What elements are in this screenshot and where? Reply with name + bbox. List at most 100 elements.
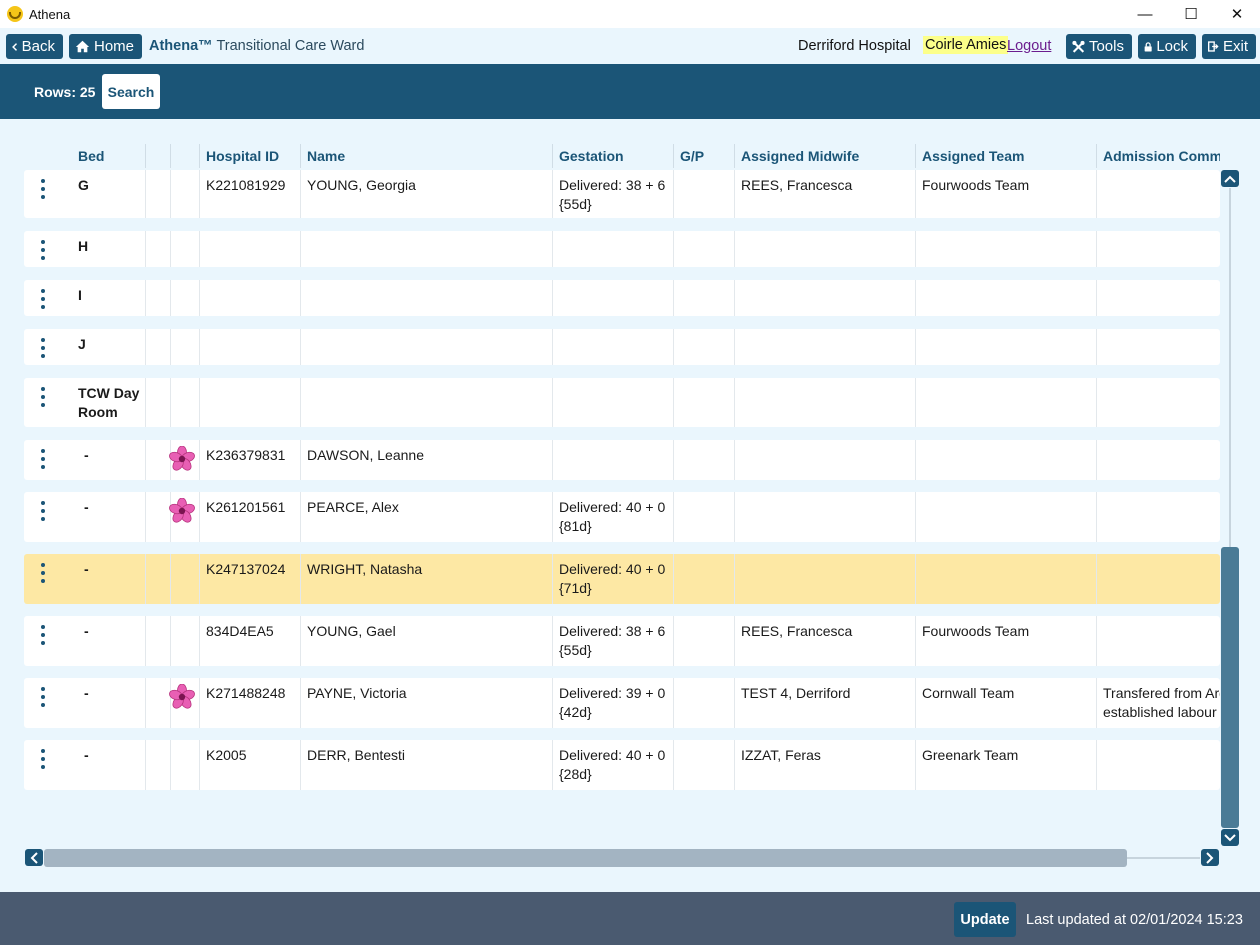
column-header-8[interactable]: Assigned Team (915, 144, 1096, 168)
table-row[interactable]: J (24, 329, 1220, 365)
gp-cell (673, 329, 734, 365)
gestation-cell: Delivered: 39 + 0 {42d} (552, 678, 673, 728)
exit-button[interactable]: Exit (1202, 34, 1256, 59)
row-menu-icon[interactable] (38, 501, 48, 525)
exit-icon (1208, 41, 1219, 52)
table-row[interactable]: - K247137024 WRIGHT, Natasha Delivered: 40 … (24, 554, 1220, 604)
row-menu-icon[interactable] (38, 289, 48, 313)
bed-cell: I (72, 280, 145, 316)
table-row[interactable]: I (24, 280, 1220, 316)
icon-cell (170, 231, 199, 267)
column-header-3[interactable]: Hospital ID (199, 144, 300, 168)
admission-comment-cell (1096, 492, 1220, 542)
patient-name-cell: WRIGHT, Natasha (300, 554, 552, 604)
admission-comment-cell (1096, 329, 1220, 365)
table-row[interactable]: - K261201561 PEARCE, Alex Delivered: 40 + 0… (24, 492, 1220, 542)
icon-cell (170, 378, 199, 427)
lock-icon (1144, 41, 1152, 51)
bed-label: TCW Day (78, 385, 140, 401)
column-header-1[interactable] (145, 144, 170, 168)
team-cell (915, 554, 1096, 604)
midwife-cell (734, 280, 915, 316)
vertical-scroll-thumb[interactable] (1221, 547, 1239, 828)
midwife-cell (734, 378, 915, 427)
row-menu-icon[interactable] (38, 563, 48, 587)
horizontal-scroll-thumb[interactable] (44, 849, 1127, 867)
row-menu-icon[interactable] (38, 387, 48, 411)
home-icon (75, 40, 90, 53)
patient-name-cell: DERR, Bentesti (300, 740, 552, 790)
scroll-left-button[interactable] (25, 849, 43, 866)
table-row[interactable]: TCW Day Room (24, 378, 1220, 427)
patient-name-cell: PEARCE, Alex (300, 492, 552, 542)
tools-icon (1072, 40, 1085, 53)
patient-name-cell (300, 329, 552, 365)
scroll-up-button[interactable] (1221, 170, 1239, 187)
team-cell: Greenark Team (915, 740, 1096, 790)
maximize-button[interactable]: ☐ (1168, 0, 1214, 28)
update-button[interactable]: Update (954, 902, 1016, 937)
patient-name-cell (300, 231, 552, 267)
search-bar: Rows: 25 Search (0, 64, 1260, 119)
search-button[interactable]: Search (102, 74, 160, 109)
last-updated-text: Last updated at 02/01/2024 15:23 (1026, 912, 1243, 928)
patient-name-cell: PAYNE, Victoria (300, 678, 552, 728)
column-header-7[interactable]: Assigned Midwife (734, 144, 915, 168)
gp-cell (673, 378, 734, 427)
column-header-2[interactable] (170, 144, 199, 168)
midwife-cell: REES, Francesca (734, 616, 915, 666)
column-header-4[interactable]: Name (300, 144, 552, 168)
icon-cell (170, 329, 199, 365)
gestation-days: {55d} (559, 196, 592, 212)
column-header-0[interactable]: Bed (72, 144, 145, 168)
tools-button[interactable]: Tools (1066, 34, 1132, 59)
window-titlebar: Athena — ☐ ✕ (0, 0, 1260, 28)
table-row[interactable]: G K221081929 YOUNG, Georgia Delivered: 38 +… (24, 170, 1220, 218)
row-menu-icon[interactable] (38, 687, 48, 711)
row-menu-icon[interactable] (38, 449, 48, 473)
home-button[interactable]: Home (69, 34, 142, 59)
gp-cell (673, 554, 734, 604)
back-button[interactable]: Back (6, 34, 63, 59)
row-menu-icon[interactable] (38, 625, 48, 649)
scroll-right-button[interactable] (1201, 849, 1219, 866)
table-row[interactable]: - K271488248 PAYNE, Victoria Delivered: 39 … (24, 678, 1220, 728)
table-row[interactable]: - K2005 DERR, Bentesti Delivered: 40 + 0 {28… (24, 740, 1220, 790)
team-cell (915, 492, 1096, 542)
bed-label: - (84, 561, 89, 577)
logout-link[interactable]: Logout (1007, 38, 1051, 54)
patient-name-cell (300, 378, 552, 427)
hospital-id-cell: K261201561 (199, 492, 300, 542)
minimize-button[interactable]: — (1122, 0, 1168, 28)
column-header-9[interactable]: Admission Comm (1096, 144, 1220, 168)
scroll-down-button[interactable] (1221, 829, 1239, 846)
hospital-id-cell: K271488248 (199, 678, 300, 728)
column-header-5[interactable]: Gestation (552, 144, 673, 168)
table-row[interactable]: - 834D4EA5 YOUNG, Gael Delivered: 38 + 6 {55… (24, 616, 1220, 666)
bed-label: - (84, 747, 89, 763)
ward-name: Transitional Care Ward (216, 38, 365, 54)
lock-button[interactable]: Lock (1138, 34, 1196, 59)
bed-cell: J (72, 329, 145, 365)
flower-icon (169, 445, 195, 475)
gp-cell (673, 170, 734, 218)
bed-cell: - (72, 554, 145, 604)
row-menu-icon[interactable] (38, 179, 48, 203)
row-menu-icon[interactable] (38, 338, 48, 362)
bed-label: - (84, 447, 89, 463)
hospital-id-cell (199, 280, 300, 316)
table-row[interactable]: - K236379831 DAWSON, Leanne (24, 440, 1220, 480)
table-row[interactable]: H (24, 231, 1220, 267)
row-menu-icon[interactable] (38, 749, 48, 773)
column-header-6[interactable]: G/P (673, 144, 734, 168)
exit-label: Exit (1222, 38, 1248, 55)
hospital-id-cell: K247137024 (199, 554, 300, 604)
bed-label: - (84, 685, 89, 701)
bed-label: J (78, 336, 86, 352)
row-menu-icon[interactable] (38, 240, 48, 264)
close-button[interactable]: ✕ (1214, 0, 1260, 28)
gestation-text: Delivered: 38 + 6 (559, 623, 666, 639)
athena-logo-icon (7, 6, 23, 22)
lock-label: Lock (1156, 38, 1188, 55)
gestation-cell (552, 378, 673, 427)
